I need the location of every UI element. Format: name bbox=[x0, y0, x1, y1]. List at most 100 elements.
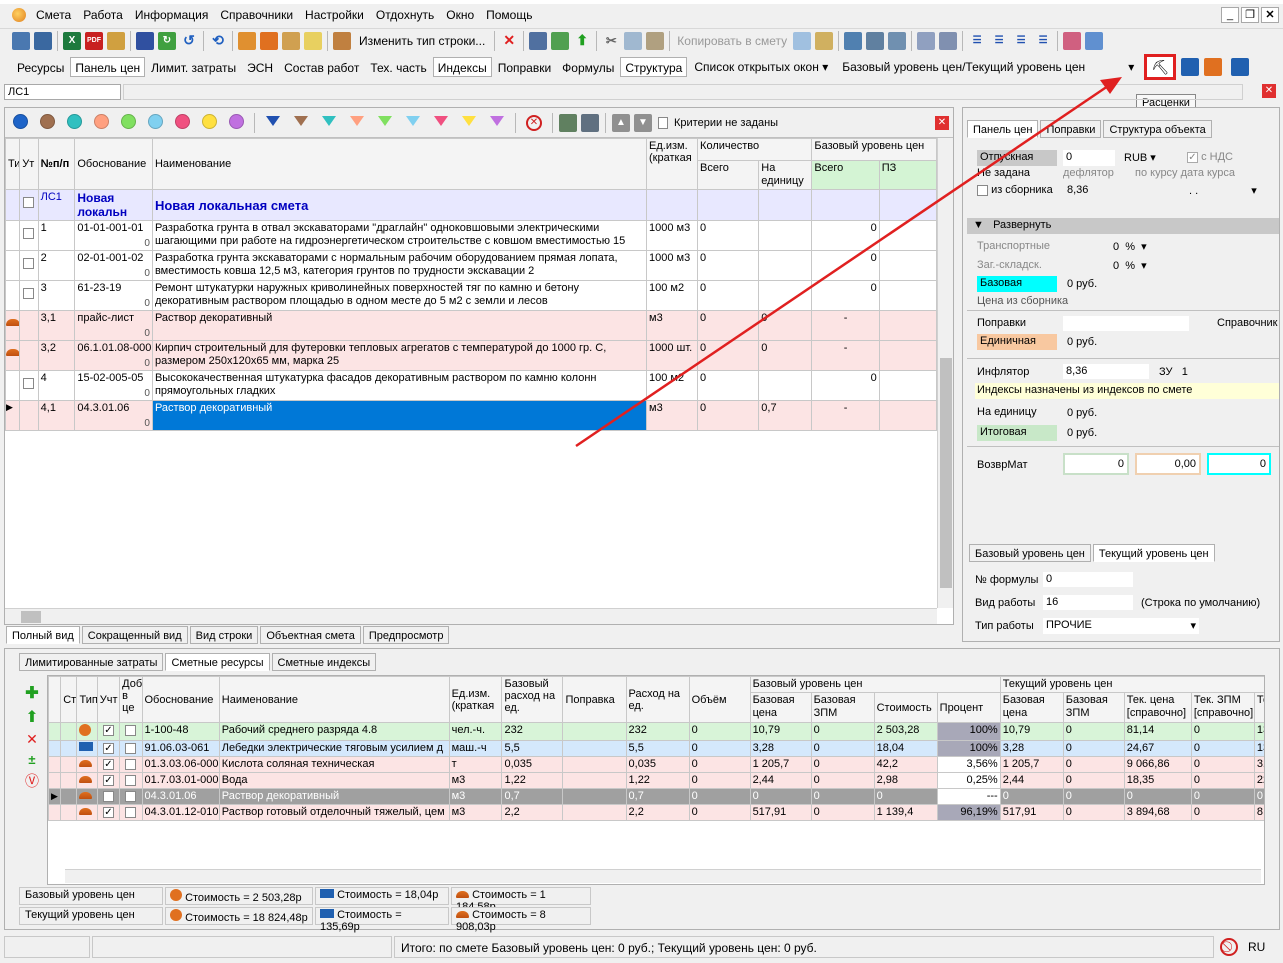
add-resource-icon[interactable]: ✚ bbox=[25, 683, 38, 703]
align-3-icon[interactable]: ☰ bbox=[1012, 32, 1030, 50]
res-bzpm2[interactable]: 0 bbox=[1062, 722, 1125, 741]
copy2-icon[interactable] bbox=[793, 31, 812, 50]
res-add-checkbox[interactable] bbox=[125, 806, 137, 818]
estimate-row[interactable]: 3,1 прайс-лист 0 Раствор декоративный м3 0 0 - bbox=[4, 310, 938, 341]
res-bzpm2[interactable]: 0 bbox=[1062, 740, 1125, 757]
green-arrow-icon[interactable]: ⬆ bbox=[573, 32, 591, 50]
res-bp2[interactable]: 1 205,7 bbox=[999, 756, 1064, 773]
col-qty[interactable]: Количество bbox=[697, 138, 813, 161]
res-dob[interactable] bbox=[119, 788, 143, 805]
menu-item-2[interactable]: Информация bbox=[129, 4, 214, 26]
resource-row[interactable]: 01.7.03.01-000Вода м3 1,22 1,22 0 2,44 0 2,98 0,… bbox=[48, 772, 1264, 789]
cell-per-unit[interactable] bbox=[758, 189, 813, 221]
cell-name[interactable]: Высококачественная штукатурка фасадов де… bbox=[151, 370, 648, 401]
transport-value[interactable]: 0 % ▾ bbox=[1113, 240, 1147, 253]
col-exp[interactable]: Расход на ед. bbox=[625, 676, 690, 723]
res-ucht[interactable] bbox=[96, 722, 121, 741]
res-te[interactable]: 8 5 bbox=[1253, 804, 1264, 821]
cell-per-unit[interactable] bbox=[758, 370, 813, 401]
indent-icon[interactable] bbox=[917, 31, 936, 50]
cell-ti[interactable] bbox=[4, 189, 21, 221]
attachment-icon[interactable]: 0 bbox=[144, 388, 150, 399]
res-bexp[interactable]: 5,5 bbox=[501, 740, 564, 757]
col-base[interactable]: Базовый уровень цен bbox=[811, 138, 937, 161]
cell-ut[interactable] bbox=[19, 189, 39, 221]
cell-ut[interactable] bbox=[19, 310, 39, 341]
cell-total[interactable]: 0 bbox=[697, 310, 760, 341]
cell-unit[interactable] bbox=[646, 189, 699, 221]
color-filter-dot-6[interactable] bbox=[175, 113, 190, 129]
estimate-row[interactable]: 3 61-23-19 0 Ремонт штукатурки наружных кри… bbox=[4, 280, 938, 311]
cell-num[interactable]: 3 bbox=[37, 280, 76, 311]
res-exp[interactable]: 232 bbox=[625, 722, 690, 741]
res-st[interactable] bbox=[60, 804, 78, 821]
col-pct[interactable]: Процент bbox=[936, 692, 1001, 723]
corrections-field[interactable] bbox=[1063, 316, 1189, 331]
change-type-icon[interactable] bbox=[333, 31, 351, 50]
cell-num[interactable]: 2 bbox=[37, 250, 76, 281]
cell-base-total[interactable]: - bbox=[811, 310, 880, 341]
col-bzpm[interactable]: Базовая ЗПМ bbox=[810, 692, 875, 723]
redo-icon[interactable]: ↻ bbox=[158, 31, 176, 50]
res-te[interactable]: 13 bbox=[1253, 722, 1264, 741]
res-cost[interactable]: 18,04 bbox=[873, 740, 938, 757]
res-bp2[interactable]: 0 bbox=[999, 788, 1064, 805]
res-corr[interactable] bbox=[562, 740, 627, 757]
move-up-icon[interactable] bbox=[529, 31, 548, 50]
res-marker[interactable] bbox=[48, 722, 62, 741]
res-bp[interactable]: 10,79 bbox=[749, 722, 812, 741]
res-exp[interactable]: 2,2 bbox=[625, 804, 690, 821]
cell-ut[interactable] bbox=[19, 400, 39, 431]
resource-row[interactable]: 04.3.01.12-010Раствор готовый отделочный… bbox=[48, 804, 1264, 821]
res-unit[interactable]: м3 bbox=[448, 804, 503, 821]
res-ucht[interactable] bbox=[96, 804, 121, 821]
cell-unit[interactable]: 1000 м3 bbox=[646, 250, 699, 281]
res-unit[interactable]: м3 bbox=[448, 772, 503, 789]
res-tip[interactable] bbox=[76, 756, 98, 773]
minimize-button[interactable]: _ bbox=[1221, 7, 1239, 23]
col-res-basis[interactable]: Обоснование bbox=[141, 676, 220, 723]
excel-icon[interactable]: X bbox=[63, 31, 81, 50]
res-tp[interactable]: 81,14 bbox=[1123, 722, 1192, 741]
find-icon[interactable] bbox=[238, 31, 256, 50]
work-type-select[interactable]: ПРОЧИЕ ▾ bbox=[1043, 618, 1199, 634]
res-basis[interactable]: 91.06.03-061 bbox=[141, 740, 220, 757]
res-basis[interactable]: 04.3.01.12-010 bbox=[141, 804, 220, 821]
col-ucht[interactable]: Учт bbox=[96, 676, 121, 723]
cell-total[interactable]: 0 bbox=[697, 340, 760, 371]
res-tp[interactable]: 18,35 bbox=[1123, 772, 1192, 789]
p-icon[interactable] bbox=[866, 31, 885, 50]
grid-vscroll[interactable] bbox=[937, 138, 953, 608]
col-num[interactable]: №п/п bbox=[37, 138, 76, 190]
cell-name[interactable]: Раствор декоративный bbox=[151, 400, 648, 431]
final-price-button[interactable]: Итоговая bbox=[977, 425, 1057, 441]
cell-pz[interactable] bbox=[878, 220, 938, 251]
col-res-base[interactable]: Базовый уровень цен bbox=[749, 676, 1001, 693]
undo-icon[interactable]: ↺ bbox=[180, 32, 198, 50]
res-marker[interactable]: ▶ bbox=[48, 788, 62, 805]
res-bzpm[interactable]: 0 bbox=[810, 756, 875, 773]
col-base-total[interactable]: Всего bbox=[811, 160, 880, 190]
restore-button[interactable]: ❐ bbox=[1241, 7, 1259, 23]
res-pct[interactable]: --- bbox=[936, 788, 1001, 805]
books-icon[interactable] bbox=[1063, 31, 1082, 50]
no-calc-icon[interactable]: Ⓥ bbox=[25, 771, 39, 791]
cell-basis[interactable]: 02-01-001-02 0 bbox=[74, 250, 153, 281]
estimate-row[interactable]: 1 01-01-001-01 0 Разработка грунта в отвал … bbox=[4, 220, 938, 251]
menu-item-3[interactable]: Справочники bbox=[214, 4, 299, 26]
close-filter-icon[interactable]: ✕ bbox=[935, 115, 949, 130]
res-name[interactable]: Лебедки электрические тяговым усилием д bbox=[218, 740, 450, 757]
copy-icon[interactable] bbox=[624, 31, 643, 50]
brick-icon[interactable] bbox=[260, 31, 278, 50]
res-pct[interactable]: 3,56% bbox=[936, 756, 1001, 773]
cell-ut[interactable] bbox=[19, 340, 39, 371]
res-bzpm2[interactable]: 0 bbox=[1062, 772, 1125, 789]
res-marker[interactable] bbox=[48, 740, 62, 757]
cell-base-total[interactable]: 0 bbox=[811, 220, 880, 251]
resource-tab-0[interactable]: Лимитированные затраты bbox=[19, 653, 164, 671]
cell-ti[interactable] bbox=[4, 340, 21, 371]
res-bp[interactable]: 3,28 bbox=[749, 740, 812, 757]
res-tz[interactable]: 0 bbox=[1190, 804, 1255, 821]
res-pct[interactable]: 0,25% bbox=[936, 772, 1001, 789]
res-bexp[interactable]: 0,7 bbox=[501, 788, 564, 805]
